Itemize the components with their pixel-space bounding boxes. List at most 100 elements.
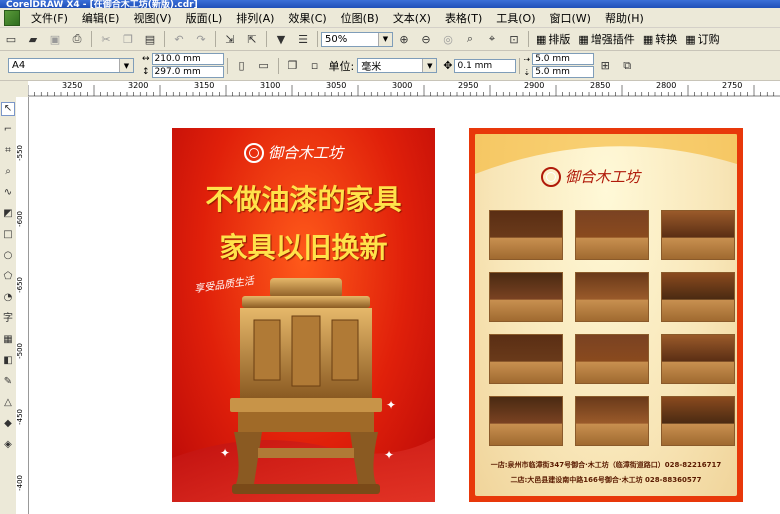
app-logo-icon [4,9,20,26]
print-icon[interactable]: ⎙ [68,30,86,48]
menu-tools[interactable]: 工具(O) [489,10,542,26]
text-tool-icon[interactable]: 字 [1,312,15,326]
portrait-icon[interactable]: ▯ [233,57,251,75]
zoom-page-icon[interactable]: ⌖ [483,30,501,48]
ruler-tick-label: -400 [16,475,24,491]
convert-button[interactable]: ▦ 转换 [639,31,681,47]
zoom-all-icon[interactable]: ⌕ [461,30,479,48]
convert-icon: ▦ [642,32,654,46]
poster-back[interactable]: 御合木工坊 一店:泉州市临漳街347号御合·木工坊（临漳街道路口）028-822… [469,128,743,502]
drawing-canvas[interactable]: 御合木工坊 不做油漆的家具 家具以旧换新 享受品质生活 ✦ ✦ ✦ 御合木工坊 … [29,97,780,514]
open-folder-icon[interactable]: ▰ [24,30,42,48]
nudge-distance-input[interactable]: 0.1 mm [454,58,517,73]
snap-icon[interactable]: ⧉ [618,57,636,75]
crop-tool-icon[interactable]: ⌗ [1,144,15,158]
import-icon[interactable]: ⇲ [221,30,239,48]
smart-fill-icon[interactable]: ◩ [1,207,15,221]
fill-tool-icon[interactable]: ◆ [1,417,15,431]
ruler-tick-label: 2900 [524,81,545,90]
page-height-input[interactable]: 297.0 mm [151,66,224,78]
ellipse-tool-icon[interactable]: ○ [1,249,15,263]
toolbar-separator [91,31,92,47]
sparkle-icon: ✦ [220,446,231,460]
poster-front[interactable]: 御合木工坊 不做油漆的家具 家具以旧换新 享受品质生活 ✦ ✦ ✦ [172,128,435,502]
poster-back-panel: 御合木工坊 一店:泉州市临漳街347号御合·木工坊（临漳街道路口）028-822… [475,134,737,496]
zoom-selected-icon[interactable]: ◎ [439,30,457,48]
save-icon[interactable]: ▣ [46,30,64,48]
menu-edit[interactable]: 编辑(E) [75,10,127,26]
extra-button[interactable]: ▦ 订购 [681,31,723,47]
horizontal-ruler[interactable]: 3250 3200 3150 3100 3050 3000 2950 2900 … [28,81,780,98]
furniture-photo [575,210,649,260]
ruler-tick-label: 2850 [590,81,611,90]
menu-help[interactable]: 帮助(H) [598,10,651,26]
plugin-button[interactable]: ▦ 增强插件 [574,31,638,47]
new-document-icon[interactable]: ▭ [2,30,20,48]
ruler-tick-label: 3150 [194,81,215,90]
zoom-width-icon[interactable]: ⊡ [505,30,523,48]
all-pages-icon[interactable]: ❐ [284,57,302,75]
cut-icon[interactable]: ✂ [97,30,115,48]
table-tool-icon[interactable]: ▦ [1,333,15,347]
zoom-out-icon[interactable]: ⊖ [417,30,435,48]
furniture-photo [575,272,649,322]
extra-icon: ▦ [685,32,696,46]
ruler-tick-label: -550 [16,145,24,161]
furniture-photo [661,210,735,260]
interactive-fill-icon[interactable]: ◈ [1,438,15,452]
vertical-ruler[interactable]: -550 -600 -650 -500 -450 -400 [16,97,29,514]
copy-icon[interactable]: ❐ [119,30,137,48]
menu-bitmaps[interactable]: 位图(B) [334,10,386,26]
outline-tool-icon[interactable]: △ [1,396,15,410]
typeset-button[interactable]: ▦ 排版 [532,31,574,47]
carved-chair-illustration [172,278,435,502]
interactive-blend-icon[interactable]: ◧ [1,354,15,368]
sparkle-icon: ✦ [386,398,397,412]
window-title: CorelDRAW X4 - [在御合木工坊(新版).cdr] [6,0,198,8]
options-icon[interactable]: ☰ [294,30,312,48]
page-width-input[interactable]: 210.0 mm [151,53,224,65]
brand-seal-icon [541,166,561,187]
units-select[interactable]: 毫米 ▼ [357,58,438,73]
furniture-photo [489,272,563,322]
current-page-icon[interactable]: ▫ [306,57,324,75]
page-size-select[interactable]: A4 ▼ [8,58,134,73]
zoom-tool-icon[interactable]: ⌕ [1,165,15,179]
width-icon: ↔ [142,54,150,64]
menu-layout[interactable]: 版面(L) [179,10,230,26]
toolbar-separator [277,57,279,74]
undo-icon[interactable]: ↶ [170,30,188,48]
menu-window[interactable]: 窗口(W) [543,10,598,26]
paste-icon[interactable]: ▤ [141,30,159,48]
menu-view[interactable]: 视图(V) [126,10,178,26]
polygon-tool-icon[interactable]: ⬠ [1,270,15,284]
menu-arrange[interactable]: 排列(A) [229,10,281,26]
treat-as-filled-icon[interactable]: ⊞ [596,57,614,75]
ruler-origin[interactable] [0,81,28,97]
ruler-tick-label: 3100 [260,81,281,90]
duplicate-y-input[interactable]: 5.0 mm [532,66,595,78]
application-launcher-icon[interactable]: ▼ [272,30,290,48]
zoom-in-icon[interactable]: ⊕ [395,30,413,48]
export-icon[interactable]: ⇱ [243,30,261,48]
duplicate-x-input[interactable]: 5.0 mm [532,53,595,65]
menu-file[interactable]: 文件(F) [24,10,75,26]
dup-y-icon: ⇣ [523,67,531,77]
landscape-icon[interactable]: ▭ [255,57,273,75]
menu-effects[interactable]: 效果(C) [281,10,333,26]
rectangle-tool-icon[interactable]: □ [1,228,15,242]
furniture-photo [661,272,735,322]
freehand-tool-icon[interactable]: ∿ [1,186,15,200]
pick-tool-icon[interactable]: ↖ [1,102,15,116]
menu-table[interactable]: 表格(T) [438,10,489,26]
zoom-level-select[interactable]: 50% ▼ [321,31,393,47]
basic-shapes-icon[interactable]: ◔ [1,291,15,305]
eyedropper-icon[interactable]: ✎ [1,375,15,389]
menu-text[interactable]: 文本(X) [386,10,438,26]
furniture-photo [489,334,563,384]
redo-icon[interactable]: ↷ [192,30,210,48]
ruler-tick-label: -600 [16,211,24,227]
property-bar: A4 ▼ ↔ 210.0 mm ↕ 297.0 mm ▯ ▭ ❐ ▫ 单位: 毫… [0,51,780,81]
plugin-icon: ▦ [578,32,589,46]
shape-tool-icon[interactable]: ⌐ [1,123,15,137]
